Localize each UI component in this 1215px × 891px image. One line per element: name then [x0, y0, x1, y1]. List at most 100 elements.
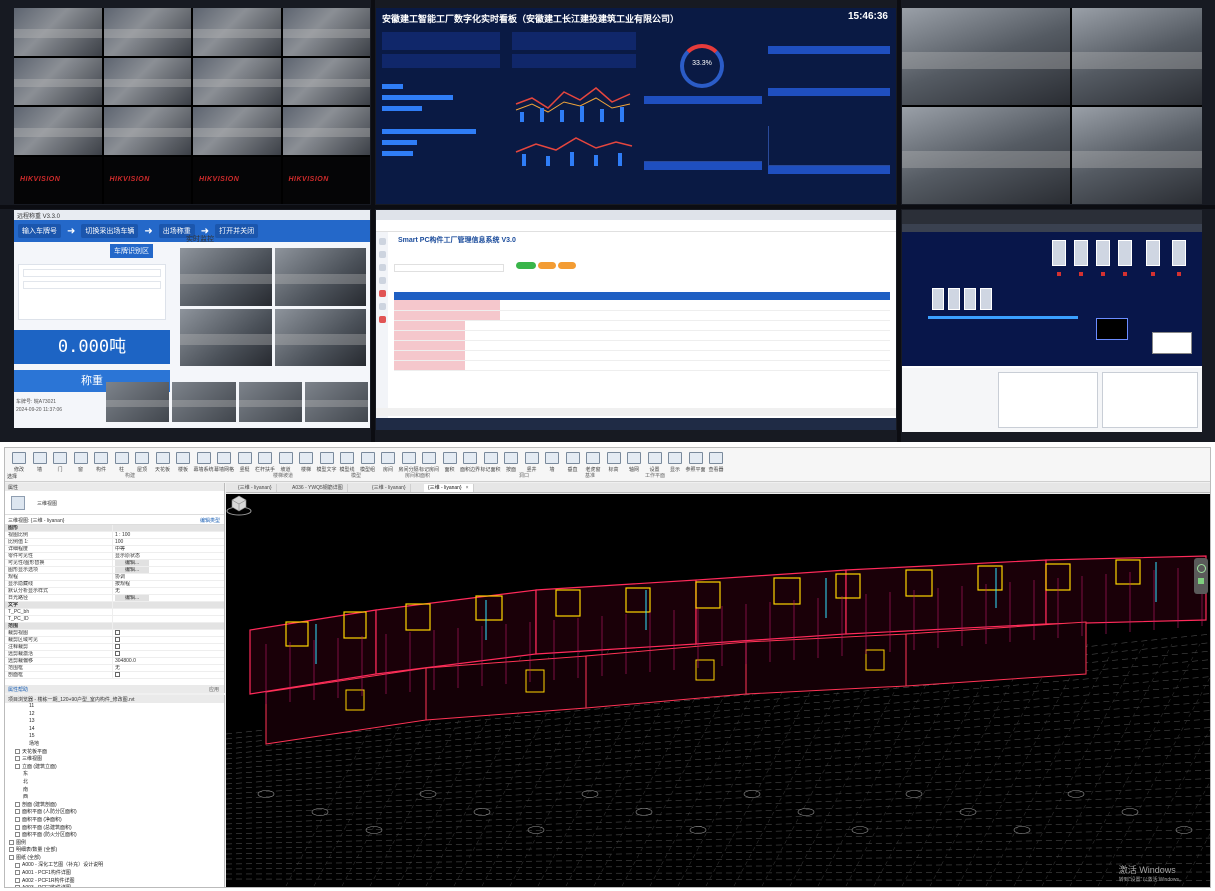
browser-tree-item[interactable]: 12	[5, 711, 224, 719]
ribbon-button[interactable]: 垂直	[563, 452, 583, 473]
expand-toggle-icon[interactable]	[15, 824, 20, 830]
plate-input[interactable]	[23, 269, 161, 277]
view-cube[interactable]	[226, 494, 252, 516]
browser-tree-item[interactable]: A000 - 深化工艺图（补充）设计说明	[5, 862, 224, 870]
browser-tree-item[interactable]: 面积平面 (净面积)	[5, 817, 224, 825]
3d-view-canvas[interactable]: 激活 Windows 转到"设置"以激活 Windows。	[226, 494, 1210, 887]
menu-icon[interactable]	[378, 251, 386, 258]
export-button[interactable]	[558, 262, 576, 269]
expand-toggle-icon[interactable]	[15, 870, 20, 876]
ribbon-button[interactable]: 楼板	[173, 452, 193, 473]
ribbon-button[interactable]: 模型线	[337, 452, 357, 473]
property-value[interactable]	[113, 609, 224, 615]
navigation-bar[interactable]	[1194, 558, 1208, 594]
ribbon-button[interactable]: 修改	[9, 452, 29, 473]
property-edit-button[interactable]: 编辑...	[115, 595, 150, 601]
reset-button[interactable]	[538, 262, 556, 269]
browser-tree-item[interactable]: 三维视图	[5, 756, 224, 764]
ribbon-button[interactable]: 模型组	[358, 452, 378, 473]
step-switch-vehicle[interactable]: 切换采出场车辆	[81, 224, 139, 238]
ribbon-button[interactable]: 模型文字	[317, 452, 337, 473]
vehicle-input[interactable]	[23, 281, 161, 289]
browser-tree-item[interactable]: 立面 (建筑立面)	[5, 764, 224, 772]
menu-icon[interactable]	[378, 290, 386, 297]
property-value[interactable]: 协调	[113, 574, 224, 580]
ribbon-button[interactable]: 屋顶	[132, 452, 152, 473]
property-edit-button[interactable]: 编辑...	[115, 567, 150, 573]
properties-help-link[interactable]: 属性帮助	[8, 687, 28, 693]
ribbon-button[interactable]: 墙	[542, 452, 562, 473]
browser-tree-item[interactable]: 场地	[5, 741, 224, 749]
property-value[interactable]: 无	[113, 588, 224, 594]
expand-toggle-icon[interactable]	[15, 801, 20, 807]
browser-tree-item[interactable]: 西	[5, 794, 224, 802]
ribbon-button[interactable]: 竖井	[522, 452, 542, 473]
expand-toggle-icon[interactable]	[15, 817, 20, 823]
expand-toggle-icon[interactable]	[15, 748, 20, 754]
browser-tree-item[interactable]: A001 - PCF1构件详图	[5, 870, 224, 878]
expand-toggle-icon[interactable]	[9, 839, 14, 845]
menu-icon[interactable]	[378, 316, 386, 323]
property-value[interactable]: 无	[113, 665, 224, 671]
ribbon-button[interactable]: 标记面积	[481, 452, 501, 473]
ribbon-button[interactable]: 标高	[604, 452, 624, 473]
table-row[interactable]	[394, 310, 890, 321]
select-dropdown[interactable]: 选择	[7, 473, 17, 480]
browser-tree-item[interactable]: 面积平面 (人防分区面积)	[5, 809, 224, 817]
expand-toggle-icon[interactable]	[15, 809, 20, 815]
property-edit-button[interactable]: 编辑...	[115, 560, 150, 566]
browser-tree-item[interactable]: 15	[5, 733, 224, 741]
ribbon-button[interactable]: 坡道	[276, 452, 296, 473]
view-tab[interactable]: A036 - YWQ5钢筋详图	[288, 484, 348, 492]
menu-icon[interactable]	[378, 264, 386, 271]
ribbon-button[interactable]: 轴网	[624, 452, 644, 473]
expand-toggle-icon[interactable]	[15, 885, 20, 887]
table-row[interactable]	[394, 330, 890, 341]
expand-toggle-icon[interactable]	[15, 877, 20, 883]
property-category[interactable]: 范围	[5, 623, 224, 630]
ribbon-button[interactable]: 老虎窗	[583, 452, 603, 473]
instance-selector[interactable]: 三维视图: {三维 - liyanan} 编辑类型	[5, 515, 224, 525]
step-input-plate[interactable]: 输入车牌号	[18, 224, 61, 238]
property-checkbox[interactable]	[115, 651, 120, 657]
browser-tree-item[interactable]: 北	[5, 779, 224, 787]
browser-tree-item[interactable]: 面积平面 (防火分区面积)	[5, 832, 224, 840]
apply-button[interactable]: 应用	[209, 686, 219, 693]
view-tab[interactable]: {三维 - liyanan}	[234, 484, 277, 492]
close-tab-icon[interactable]: ×	[466, 485, 469, 491]
table-row[interactable]	[394, 340, 890, 351]
ribbon-button[interactable]: 楼梯	[296, 452, 316, 473]
ribbon-button[interactable]: 按面	[501, 452, 521, 473]
browser-tree-item[interactable]: 南	[5, 787, 224, 795]
property-checkbox[interactable]	[115, 672, 120, 678]
property-value[interactable]: 显示原状态	[113, 553, 224, 559]
menu-icon[interactable]	[378, 238, 386, 245]
expand-toggle-icon[interactable]	[15, 756, 20, 762]
property-category[interactable]: 图形	[5, 525, 224, 532]
property-checkbox[interactable]	[115, 637, 120, 643]
property-value[interactable]: 1 : 100	[113, 532, 224, 538]
browser-tree-item[interactable]: 11	[5, 703, 224, 711]
browser-tree-item[interactable]: 13	[5, 718, 224, 726]
ribbon-button[interactable]: 竖梃	[235, 452, 255, 473]
property-checkbox[interactable]	[115, 644, 120, 650]
ribbon-button[interactable]: 面积	[440, 452, 460, 473]
ribbon-button[interactable]: 天花板	[153, 452, 173, 473]
table-row[interactable]	[394, 360, 890, 371]
view-tab[interactable]: {三维 - liyanan}	[368, 484, 411, 492]
ribbon-button[interactable]: 幕墙网格	[214, 452, 234, 473]
expand-toggle-icon[interactable]	[15, 862, 20, 868]
ribbon-button[interactable]: 查看器	[706, 452, 726, 473]
ribbon-button[interactable]: 房间	[378, 452, 398, 473]
ribbon-button[interactable]: 窗	[71, 452, 91, 473]
browser-tree-item[interactable]: 明细表/数量 (全部)	[5, 847, 224, 855]
ribbon-button[interactable]: 面积边界	[460, 452, 480, 473]
search-input[interactable]	[394, 264, 504, 272]
browser-tree-item[interactable]: 14	[5, 726, 224, 734]
property-category[interactable]: 文字	[5, 602, 224, 609]
property-value[interactable]: 304800.0	[113, 658, 224, 664]
edit-type-button[interactable]: 编辑类型	[200, 517, 220, 524]
expand-toggle-icon[interactable]	[9, 847, 14, 853]
menu-icon[interactable]	[378, 277, 386, 284]
browser-tree-item[interactable]: A003 - PCF2构件详图	[5, 885, 224, 887]
